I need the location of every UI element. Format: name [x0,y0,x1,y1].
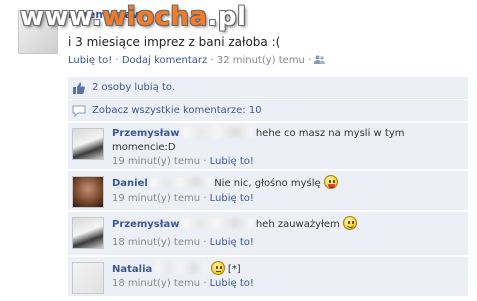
comment-like-link[interactable]: Lubię to! [210,193,254,204]
thumbs-up-icon [72,81,86,95]
commenter-name[interactable]: Natalia [112,264,152,275]
comment-meta: 18 minut(y) temu · Lubię to! [112,237,254,248]
commenter-avatar[interactable] [72,217,104,249]
post-actions: Lubię to! · Dodaj komentarz · 32 minut(y… [68,55,326,68]
watermark-suffix: .pl [207,2,247,32]
post-timestamp[interactable]: 32 minut(y) temu [217,55,305,66]
blurred-surname [155,263,208,273]
comment-timestamp[interactable]: 18 minut(y) temu [112,278,200,289]
view-all-comments[interactable]: Zobacz wszystkie komentarze: 10 [68,100,468,122]
comment-meta: 19 minut(y) temu · Lubię to! [112,193,254,204]
comment-like-link[interactable]: Lubię to! [210,278,254,289]
likes-summary: 2 osoby lubią to. [68,77,468,99]
likes-count-link[interactable]: 2 osoby lubią to. [92,82,175,93]
commenter-avatar[interactable] [72,128,104,160]
neutral-emoticon-icon [210,261,225,275]
comment-item: Natalia [*] 18 minut(y) temu · Lubię to! [68,257,468,297]
friends-privacy-icon[interactable] [314,55,326,68]
commenter-name[interactable]: Daniel [112,178,148,189]
comment-timestamp[interactable]: 18 minut(y) temu [112,237,200,248]
tongue-emoticon-icon [323,175,338,189]
watermark-accent: wiocha [102,2,208,32]
commenter-avatar[interactable] [72,176,104,208]
commenter-name[interactable]: Przemysław [112,128,179,139]
blurred-surname [182,218,253,228]
commenter-avatar[interactable] [72,262,104,294]
comment-bubble-icon [72,105,86,117]
comment-timestamp[interactable]: 19 minut(y) temu [112,193,200,204]
commenter-name[interactable]: Przemysław [112,219,179,230]
smile-emoticon-icon [342,216,357,230]
comment-like-link[interactable]: Lubię to! [210,156,254,167]
comment-timestamp[interactable]: 19 minut(y) temu [112,156,200,167]
comment-text: heh zauważyłem [255,219,340,230]
comment-meta: 19 minut(y) temu · Lubię to! [112,156,254,167]
comment-text: [*] [227,264,241,275]
add-comment-link[interactable]: Dodaj komentarz [122,55,207,66]
comment-item: Daniel Nie nic, głośno myślę 19 minut(y)… [68,171,468,211]
watermark-prefix: www. [20,2,103,32]
comment-meta: 18 minut(y) temu · Lubię to! [112,278,254,289]
view-all-comments-link[interactable]: Zobacz wszystkie komentarze: 10 [92,105,262,116]
blurred-surname [151,177,211,187]
blurred-surname [182,127,253,137]
comment-like-link[interactable]: Lubię to! [210,237,254,248]
post-text: i 3 miesiące imprez z bani załoba :( [68,35,281,49]
watermark-logo: www.wiocha.pl [20,2,246,32]
like-link[interactable]: Lubię to! [68,55,112,66]
comment-text: Nie nic, głośno myślę [214,178,321,189]
comment-item: Przemysław heh zauważyłem 18 minut(y) te… [68,212,468,256]
comment-item: Przemysław hehe co masz na mysli w tym m… [68,123,468,170]
